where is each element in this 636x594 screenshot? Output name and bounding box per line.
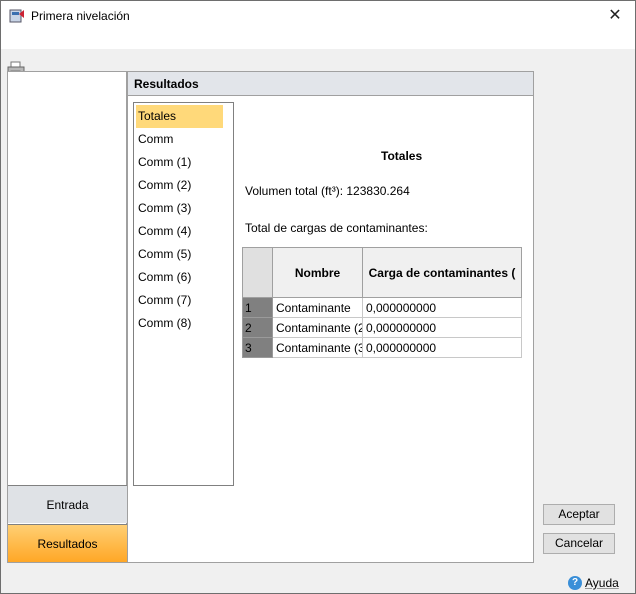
toolstrip xyxy=(1,31,635,77)
column-header-carga[interactable]: Carga de contaminantes ( xyxy=(362,247,522,298)
column-header-nombre[interactable]: Nombre xyxy=(272,247,363,298)
list-item[interactable]: Comm (6) xyxy=(134,266,233,289)
cell-nombre[interactable]: Contaminante xyxy=(272,297,363,318)
window-title: Primera nivelación xyxy=(31,9,130,23)
cell-carga[interactable]: 0,000000000 xyxy=(362,337,522,358)
results-list[interactable]: Totales Comm Comm (1) Comm (2) Comm (3) … xyxy=(133,102,234,486)
row-number[interactable]: 1 xyxy=(242,297,273,318)
results-header: Resultados xyxy=(128,72,533,96)
totals-pane: Totales Volumen total (ft³): 123830.264 … xyxy=(238,102,534,562)
cancel-button[interactable]: Cancelar xyxy=(543,533,615,554)
table-corner-header[interactable] xyxy=(242,247,273,298)
nav-entrada-button[interactable]: Entrada xyxy=(8,485,127,523)
cell-carga[interactable]: 0,000000000 xyxy=(362,317,522,338)
total-volume: Volumen total (ft³): 123830.264 xyxy=(245,184,410,198)
help-link[interactable]: ? Ayuda xyxy=(568,575,619,590)
cell-nombre[interactable]: Contaminante (3) xyxy=(272,337,363,358)
row-number[interactable]: 3 xyxy=(242,337,273,358)
pollutant-loads-table: Nombre Carga de contaminantes ( 1 Contam… xyxy=(242,247,522,358)
app-window-icon xyxy=(9,9,24,23)
list-item[interactable]: Comm (2) xyxy=(134,174,233,197)
list-item[interactable]: Comm (1) xyxy=(134,151,233,174)
table-row[interactable]: 3 Contaminante (3) 0,000000000 xyxy=(242,337,522,358)
list-item[interactable]: Comm (8) xyxy=(134,312,233,335)
help-icon: ? xyxy=(568,575,582,590)
dialog-window: Primera nivelación ✕ Entrada Resultados … xyxy=(0,0,636,594)
title-bar: Primera nivelación ✕ xyxy=(1,1,635,31)
list-item[interactable]: Comm xyxy=(134,128,233,151)
list-item[interactable]: Totales xyxy=(136,105,223,128)
table-row[interactable]: 1 Contaminante 0,000000000 xyxy=(242,297,522,318)
row-number[interactable]: 2 xyxy=(242,317,273,338)
nav-resultados-button[interactable]: Resultados xyxy=(8,524,127,562)
list-item[interactable]: Comm (5) xyxy=(134,243,233,266)
loads-label: Total de cargas de contaminantes: xyxy=(245,221,428,235)
help-label: Ayuda xyxy=(585,575,619,590)
accept-button[interactable]: Aceptar xyxy=(543,504,615,525)
navigation-panel: Entrada Resultados xyxy=(7,71,127,563)
close-button[interactable]: ✕ xyxy=(595,1,635,31)
totals-title: Totales xyxy=(381,149,423,163)
list-item[interactable]: Comm (4) xyxy=(134,220,233,243)
cell-nombre[interactable]: Contaminante (2) xyxy=(272,317,363,338)
list-item[interactable]: Comm (3) xyxy=(134,197,233,220)
list-item[interactable]: Comm (7) xyxy=(134,289,233,312)
cell-carga[interactable]: 0,000000000 xyxy=(362,297,522,318)
results-panel: Resultados Totales Comm Comm (1) Comm (2… xyxy=(127,71,534,563)
table-row[interactable]: 2 Contaminante (2) 0,000000000 xyxy=(242,317,522,338)
